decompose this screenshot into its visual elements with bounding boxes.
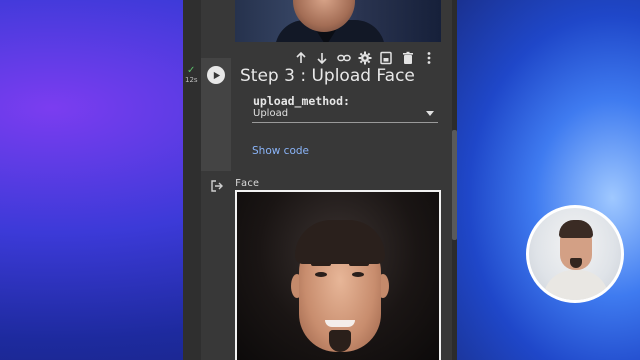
output-icon	[210, 179, 224, 193]
face-brow-right	[349, 262, 369, 266]
face-goatee	[329, 330, 351, 352]
webcam-overlay	[526, 205, 624, 303]
gear-icon[interactable]	[356, 49, 374, 67]
webcam-hair	[559, 220, 593, 238]
link-icon[interactable]	[335, 49, 353, 67]
trash-icon[interactable]	[399, 49, 417, 67]
play-icon	[213, 71, 220, 79]
arrow-down-icon[interactable]	[313, 49, 331, 67]
face-mouth	[325, 320, 355, 327]
face-brow-left	[311, 262, 331, 266]
select-value: Upload	[253, 108, 289, 119]
background-right	[456, 0, 640, 360]
previous-output-image	[235, 0, 441, 42]
run-cell-button[interactable]	[207, 66, 225, 84]
webcam-feed	[529, 208, 621, 300]
cell-title: Step 3 : Upload Face	[240, 66, 415, 86]
mirror-icon[interactable]	[377, 49, 395, 67]
execution-time: 12s	[185, 76, 198, 84]
show-code-link[interactable]: Show code	[252, 145, 309, 157]
face-eye-right	[352, 272, 364, 277]
cell-gutter	[183, 0, 201, 360]
face-photo	[237, 192, 439, 360]
scrollbar-thumb[interactable]	[452, 130, 457, 240]
arrow-up-icon[interactable]	[292, 49, 310, 67]
success-check-icon: ✓	[187, 65, 196, 76]
face-eye-left	[315, 272, 327, 277]
output-label: Face	[235, 178, 260, 189]
more-vert-icon[interactable]	[420, 49, 438, 67]
upload-method-select[interactable]: Upload	[252, 106, 438, 123]
face-output-image	[235, 190, 441, 360]
face-hair	[295, 220, 385, 264]
webcam-body	[543, 270, 609, 300]
chevron-down-icon	[426, 111, 434, 116]
